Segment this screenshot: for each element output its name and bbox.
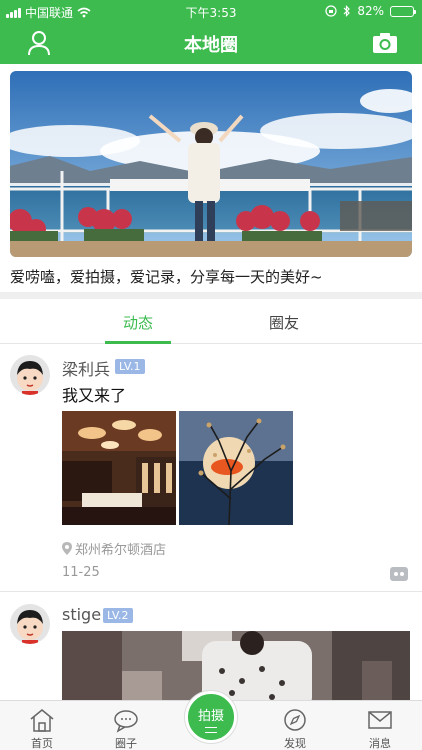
location-pin-icon xyxy=(62,542,72,555)
more-options-icon[interactable] xyxy=(390,567,408,581)
feed-tabs: 动态 圈友 xyxy=(0,299,422,344)
level-badge: LV.1 xyxy=(115,359,145,374)
post-location[interactable]: 郑州希尔顿酒店 xyxy=(62,539,166,558)
avatar[interactable] xyxy=(10,355,50,395)
page-title: 本地圈 xyxy=(184,35,238,56)
post-date: 11-25 xyxy=(62,565,100,580)
shoot-label: 拍摄 xyxy=(197,709,224,724)
banner-image[interactable] xyxy=(10,71,412,257)
home-icon xyxy=(30,709,54,732)
shoot-button[interactable]: 拍摄 xyxy=(185,691,237,743)
circle-tagline: 爱唠嗑，爱拍摄，爱记录，分享每一天的美好~ xyxy=(10,268,323,286)
section-divider xyxy=(0,292,422,299)
tab-label: 发现 xyxy=(284,737,306,750)
mail-icon xyxy=(368,711,392,729)
camera-icon xyxy=(373,33,397,53)
tab-messages[interactable]: 消息 xyxy=(338,701,422,750)
tab-circle[interactable]: 圈子 xyxy=(84,701,168,750)
tab-members[interactable]: 圈友 xyxy=(244,312,324,333)
battery-icon xyxy=(390,5,416,17)
tab-home[interactable]: 首页 xyxy=(0,701,84,750)
tab-label: 消息 xyxy=(369,737,391,750)
level-badge: LV.2 xyxy=(103,608,133,623)
camera-button[interactable] xyxy=(370,28,400,58)
post-username[interactable]: stige xyxy=(62,605,101,624)
tab-label: 圈子 xyxy=(115,737,137,750)
chat-bubble-icon xyxy=(114,710,138,733)
tab-label: 首页 xyxy=(31,737,53,750)
tab-discover[interactable]: 发现 xyxy=(253,701,337,750)
location-label: 郑州希尔顿酒店 xyxy=(75,543,167,558)
battery-percent: 82% xyxy=(357,4,384,18)
post-text: 我又来了 xyxy=(62,386,127,405)
post-card: stige LV.2 xyxy=(0,592,422,700)
tab-moments[interactable]: 动态 xyxy=(98,312,178,333)
compass-icon xyxy=(284,709,306,731)
nav-bar: 本地圈 xyxy=(0,22,422,64)
post-card: 梁利兵 LV.1 我又来了 郑州希尔顿酒店 11-25 xyxy=(0,344,422,591)
post-photo[interactable] xyxy=(62,631,410,700)
post-username[interactable]: 梁利兵 xyxy=(62,356,110,380)
shoot-icon xyxy=(205,727,217,733)
orientation-lock-icon xyxy=(325,5,337,17)
avatar[interactable] xyxy=(10,604,50,644)
post-photo[interactable] xyxy=(179,411,293,525)
bluetooth-icon xyxy=(343,5,351,17)
post-photo[interactable] xyxy=(62,411,176,525)
status-bar: 中国联通 下午3:53 82% xyxy=(0,0,422,22)
